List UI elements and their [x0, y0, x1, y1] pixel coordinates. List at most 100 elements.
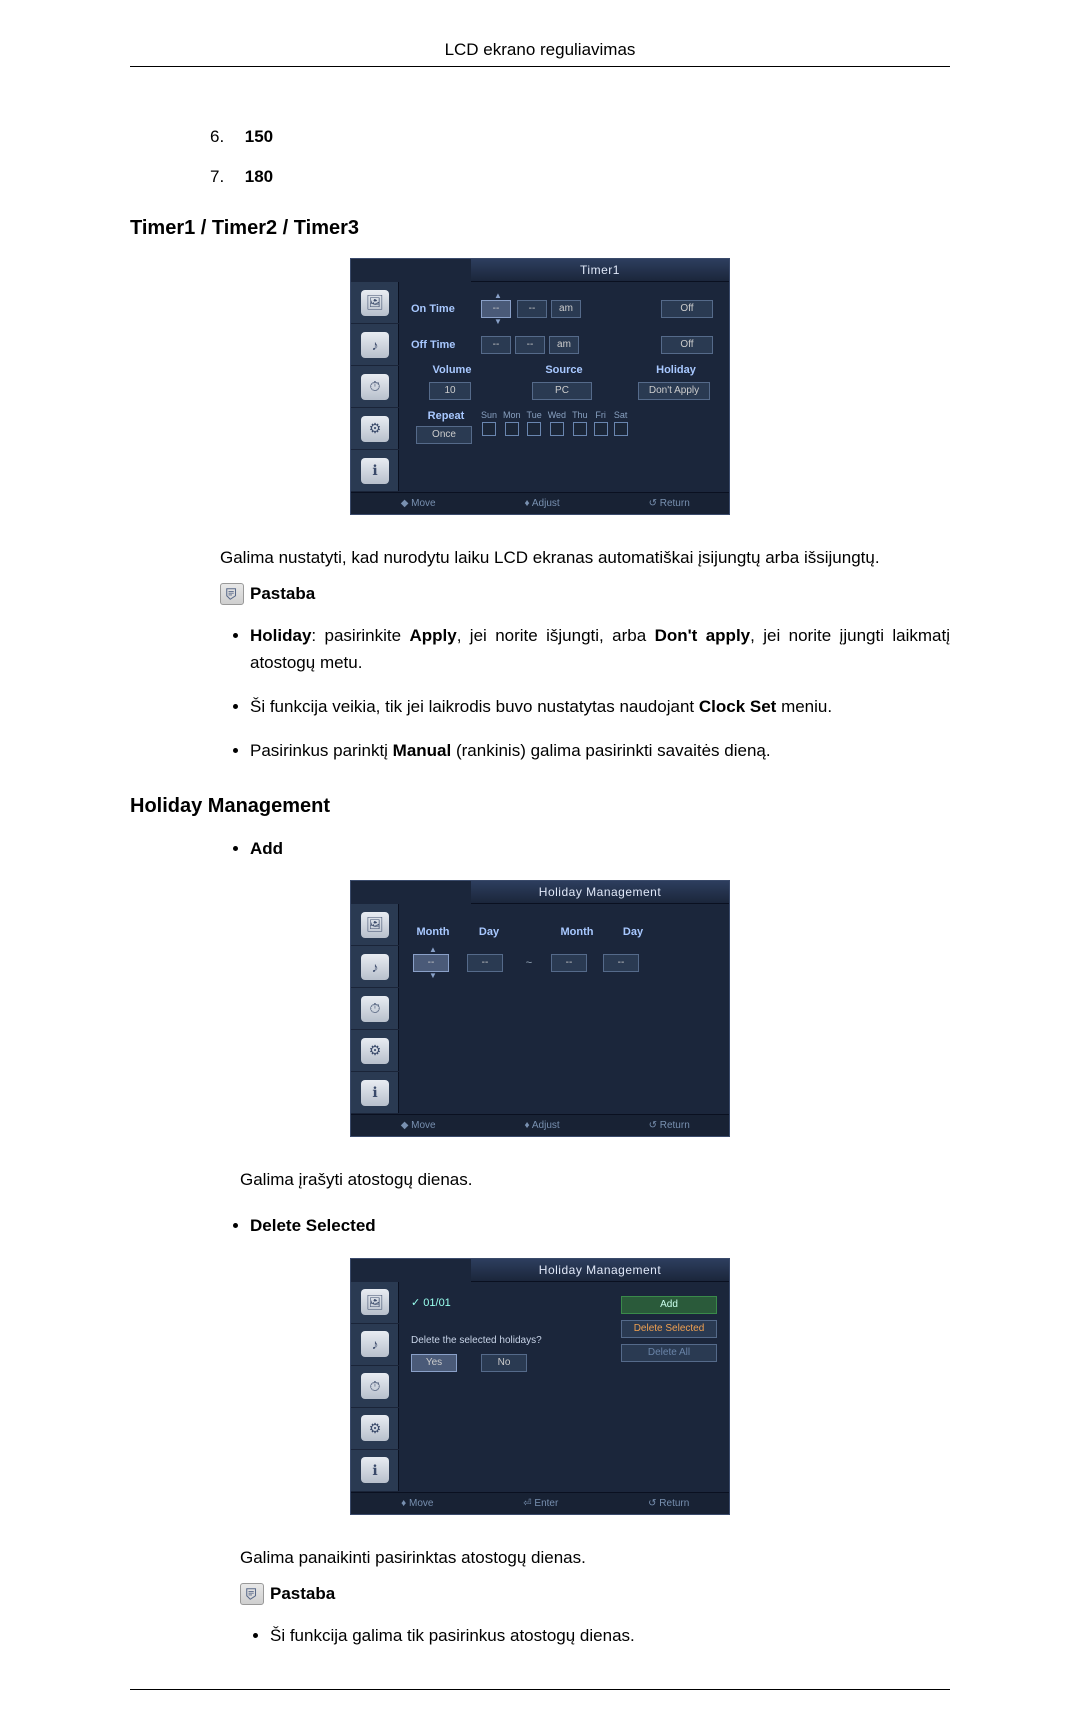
start-month[interactable]: -- [413, 954, 449, 972]
settings-icon: ⚙ [351, 1408, 399, 1450]
day-checkbox[interactable] [594, 422, 608, 436]
no-button[interactable]: No [481, 1354, 527, 1372]
day-label: Sun [481, 410, 497, 420]
list-item: 6. 150 [210, 127, 950, 147]
footer-enter: ⏎ Enter [513, 1498, 559, 1509]
picture-icon: 🖼 [351, 904, 399, 946]
delete-selected-button[interactable]: Delete Selected [621, 1320, 717, 1338]
day-label: Mon [503, 410, 521, 420]
holiday-add-desc: Galima įrašyti atostogų dienas. [240, 1167, 950, 1193]
info-icon: ℹ [351, 1072, 399, 1114]
note-icon [220, 583, 244, 605]
volume-value[interactable]: 10 [429, 382, 471, 400]
timer-description: Galima nustatyti, kad nurodytu laiku LCD… [220, 545, 950, 571]
list-number: 6. [210, 127, 240, 147]
picture-icon: 🖼 [351, 1282, 399, 1324]
delete-note: Ši funkcija galima tik pasirinkus atosto… [270, 1623, 950, 1649]
day-checkbox[interactable] [505, 422, 519, 436]
timer-note-manual: Pasirinkus parinktį Manual (rankinis) ga… [250, 738, 950, 764]
footer-move: ♦ Move [391, 1498, 434, 1509]
timer-note-holiday: Holiday: pasirinkite Apply, jei norite i… [250, 623, 950, 676]
footer-move: ◆ Move [390, 498, 435, 509]
timer-icon: ⏱ [351, 988, 399, 1030]
day-label: Thu [572, 410, 588, 420]
delete-prompt: Delete the selected holidays? [411, 1335, 611, 1346]
delete-all-button[interactable]: Delete All [621, 1344, 717, 1362]
info-icon: ℹ [351, 1450, 399, 1492]
volume-label: Volume [433, 364, 472, 376]
osd-footer: ♦ Move ⏎ Enter ↺ Return [351, 1492, 729, 1514]
holiday-delete-osd: Holiday Management 🖼 ♪ ⏱ ⚙ ℹ ✓ 01/01 Del… [350, 1258, 730, 1515]
add-button[interactable]: Add [621, 1296, 717, 1314]
day-checkbox[interactable] [573, 422, 587, 436]
section-heading-holiday: Holiday Management [130, 795, 950, 818]
on-time-hour[interactable]: -- [481, 300, 511, 318]
off-time-ampm[interactable]: am [549, 336, 579, 354]
on-time-label: On Time [411, 303, 481, 315]
day-label: Tue [527, 410, 542, 420]
page-footer-line [130, 1689, 950, 1690]
day-checkboxes: Sun Mon Tue Wed Thu Fri Sat [481, 410, 628, 436]
off-time-min[interactable]: -- [515, 336, 545, 354]
footer-return: ↺ Return [638, 1120, 690, 1131]
day-checkbox[interactable] [482, 422, 496, 436]
repeat-value[interactable]: Once [416, 426, 472, 444]
day-label: Day [623, 926, 643, 938]
holiday-value[interactable]: Don't Apply [638, 382, 710, 400]
footer-move: ◆ Move [390, 1120, 435, 1131]
source-label: Source [545, 364, 582, 376]
note-label: Pastaba [250, 584, 315, 604]
osd-footer: ◆ Move ♦ Adjust ↺ Return [351, 1114, 729, 1136]
timer-note-clockset: Ši funkcija veikia, tik jei laikrodis bu… [250, 694, 950, 720]
osd-sidebar: 🖼 ♪ ⏱ ⚙ ℹ [351, 904, 399, 1114]
add-item: Add [250, 836, 950, 862]
add-label: Add [250, 839, 283, 858]
section-heading-timer: Timer1 / Timer2 / Timer3 [130, 217, 950, 240]
sound-icon: ♪ [351, 946, 399, 988]
page-header: LCD ekrano reguliavimas [130, 40, 950, 67]
list-number: 7. [210, 167, 240, 187]
day-label: Sat [614, 410, 628, 420]
footer-adjust: ♦ Adjust [514, 1120, 560, 1131]
footer-return: ↺ Return [638, 498, 690, 509]
sound-icon: ♪ [351, 324, 399, 366]
osd-sidebar: 🖼 ♪ ⏱ ⚙ ℹ [351, 282, 399, 492]
osd-title: Holiday Management [471, 881, 729, 904]
note-label: Pastaba [270, 1584, 335, 1604]
month-label: Month [417, 926, 450, 938]
off-time-hour[interactable]: -- [481, 336, 511, 354]
end-day[interactable]: -- [603, 954, 639, 972]
repeat-label: Repeat [428, 410, 465, 422]
timer-osd-screenshot: Timer1 🖼 ♪ ⏱ ⚙ ℹ On Time ▲ -- ▼ [350, 258, 730, 515]
on-time-status[interactable]: Off [661, 300, 713, 318]
end-month[interactable]: -- [551, 954, 587, 972]
note-icon [240, 1583, 264, 1605]
day-checkbox[interactable] [550, 422, 564, 436]
day-checkbox[interactable] [527, 422, 541, 436]
start-day[interactable]: -- [467, 954, 503, 972]
off-time-label: Off Time [411, 339, 481, 351]
day-label: Fri [595, 410, 606, 420]
source-value[interactable]: PC [532, 382, 592, 400]
on-time-min[interactable]: -- [517, 300, 547, 318]
footer-return: ↺ Return [638, 1498, 690, 1509]
info-icon: ℹ [351, 450, 399, 492]
footer-adjust: ♦ Adjust [514, 498, 560, 509]
yes-button[interactable]: Yes [411, 1354, 457, 1372]
day-label: Day [479, 926, 499, 938]
osd-footer: ◆ Move ♦ Adjust ↺ Return [351, 492, 729, 514]
osd-title: Holiday Management [471, 1259, 729, 1282]
settings-icon: ⚙ [351, 408, 399, 450]
month-label: Month [561, 926, 594, 938]
day-checkbox[interactable] [614, 422, 628, 436]
holiday-label: Holiday [656, 364, 696, 376]
on-time-ampm[interactable]: am [551, 300, 581, 318]
holiday-date-row[interactable]: ✓ 01/01 [411, 1296, 611, 1309]
picture-icon: 🖼 [351, 282, 399, 324]
osd-sidebar: 🖼 ♪ ⏱ ⚙ ℹ [351, 1282, 399, 1492]
sound-icon: ♪ [351, 1324, 399, 1366]
off-time-status[interactable]: Off [661, 336, 713, 354]
numbered-list: 6. 150 7. 180 [210, 127, 950, 187]
list-value: 180 [245, 167, 273, 186]
delete-selected-label: Delete Selected [250, 1216, 376, 1235]
